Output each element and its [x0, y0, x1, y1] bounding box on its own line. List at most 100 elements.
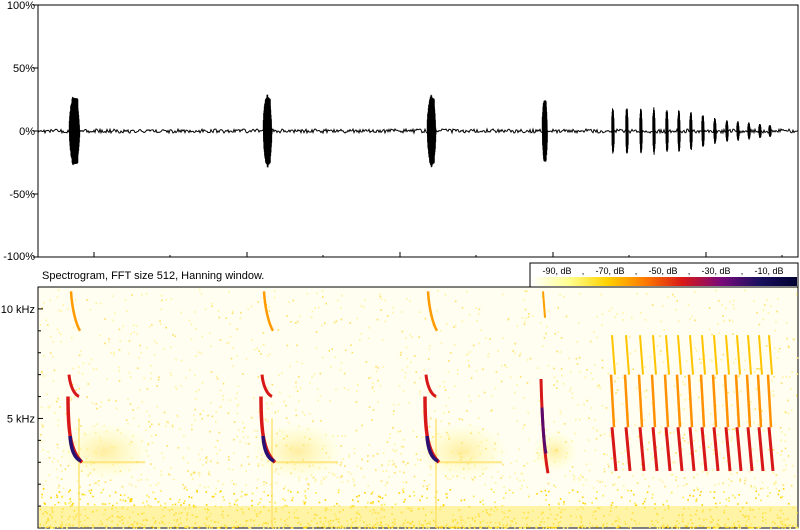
noise-speck: [249, 527, 252, 529]
noise-speck: [790, 387, 792, 390]
noise-speck: [52, 380, 55, 382]
noise-speck: [230, 357, 233, 360]
noise-speck: [544, 489, 547, 492]
noise-speck: [342, 458, 344, 460]
noise-speck: [761, 481, 764, 484]
noise-speck: [267, 494, 269, 497]
noise-speck: [361, 424, 363, 427]
noise-speck: [416, 458, 419, 461]
noise-speck: [229, 335, 232, 338]
noise-speck: [621, 403, 624, 405]
noise-speck: [772, 449, 775, 451]
noise-speck: [444, 293, 447, 296]
noise-speck: [303, 414, 306, 416]
noise-speck: [454, 324, 457, 327]
noise-speck: [139, 389, 141, 391]
noise-speck: [99, 406, 102, 408]
noise-speck: [518, 526, 521, 529]
noise-speck: [658, 432, 661, 434]
noise-speck: [440, 342, 443, 345]
noise-speck: [637, 435, 640, 438]
noise-speck: [732, 494, 734, 497]
noise-speck: [523, 323, 526, 325]
noise-speck: [599, 434, 602, 437]
noise-speck: [616, 389, 619, 391]
noise-speck: [382, 470, 385, 472]
noise-speck: [603, 453, 605, 455]
noise-speck: [554, 526, 557, 529]
noise-speck: [367, 501, 369, 504]
noise-speck: [301, 362, 303, 365]
noise-speck: [606, 453, 608, 456]
noise-speck: [398, 385, 401, 387]
noise-speck: [601, 367, 604, 369]
noise-speck: [408, 495, 411, 497]
noise-speck: [622, 312, 624, 314]
noise-speck: [57, 487, 60, 489]
noise-speck: [640, 312, 642, 314]
noise-speck: [240, 312, 242, 314]
noise-speck: [384, 494, 387, 496]
noise-speck: [552, 526, 555, 529]
noise-speck: [311, 375, 313, 378]
noise-speck: [773, 375, 775, 378]
noise-speck: [190, 338, 193, 341]
noise-speck: [512, 491, 514, 494]
noise-speck: [646, 491, 649, 494]
noise-speck: [138, 357, 140, 359]
noise-speck: [785, 464, 787, 466]
noise-speck: [732, 304, 734, 306]
noise-speck: [706, 473, 708, 476]
noise-speck: [643, 419, 645, 421]
noise-speck: [601, 359, 604, 362]
noise-speck: [155, 342, 158, 344]
noise-speck: [269, 353, 271, 355]
noise-speck: [392, 427, 394, 429]
noise-speck: [72, 326, 75, 329]
noise-speck: [576, 491, 579, 493]
noise-speck: [352, 499, 354, 501]
noise-speck: [631, 316, 633, 319]
noise-speck: [74, 396, 76, 398]
noise-speck: [207, 486, 209, 488]
noise-speck: [754, 408, 757, 410]
noise-speck: [406, 357, 409, 360]
noise-speck: [57, 419, 60, 422]
noise-speck: [263, 481, 265, 483]
noise-speck: [733, 307, 735, 310]
noise-speck: [59, 406, 61, 408]
noise-speck: [783, 411, 786, 413]
noise-speck: [602, 494, 604, 497]
waveform-burst-core: [726, 120, 728, 142]
noise-speck: [651, 458, 653, 460]
noise-speck: [268, 306, 271, 309]
noise-speck: [533, 460, 536, 462]
noise-speck: [201, 335, 203, 338]
noise-speck: [118, 328, 121, 331]
noise-speck: [348, 454, 350, 456]
noise-speck: [722, 404, 724, 407]
noise-speck: [229, 323, 231, 325]
waveform-y-tick-label: -50%: [9, 189, 35, 201]
noise-speck: [129, 376, 132, 378]
noise-speck: [194, 408, 196, 411]
noise-speck: [772, 472, 775, 474]
noise-speck: [148, 496, 150, 498]
noise-speck: [309, 413, 311, 415]
noise-speck: [254, 430, 256, 432]
noise-speck: [575, 418, 577, 421]
noise-speck: [236, 435, 239, 438]
noise-speck: [202, 409, 205, 412]
noise-speck: [352, 480, 355, 483]
noise-speck: [762, 487, 764, 490]
noise-speck: [214, 493, 217, 495]
noise-speck: [617, 461, 620, 463]
noise-speck: [788, 376, 791, 378]
noise-speck: [596, 491, 598, 493]
noise-speck: [734, 358, 737, 360]
noise-speck: [559, 498, 562, 500]
noise-speck: [772, 390, 774, 392]
noise-speck: [219, 389, 222, 392]
noise-speck: [516, 325, 519, 328]
noise-speck: [694, 319, 696, 322]
